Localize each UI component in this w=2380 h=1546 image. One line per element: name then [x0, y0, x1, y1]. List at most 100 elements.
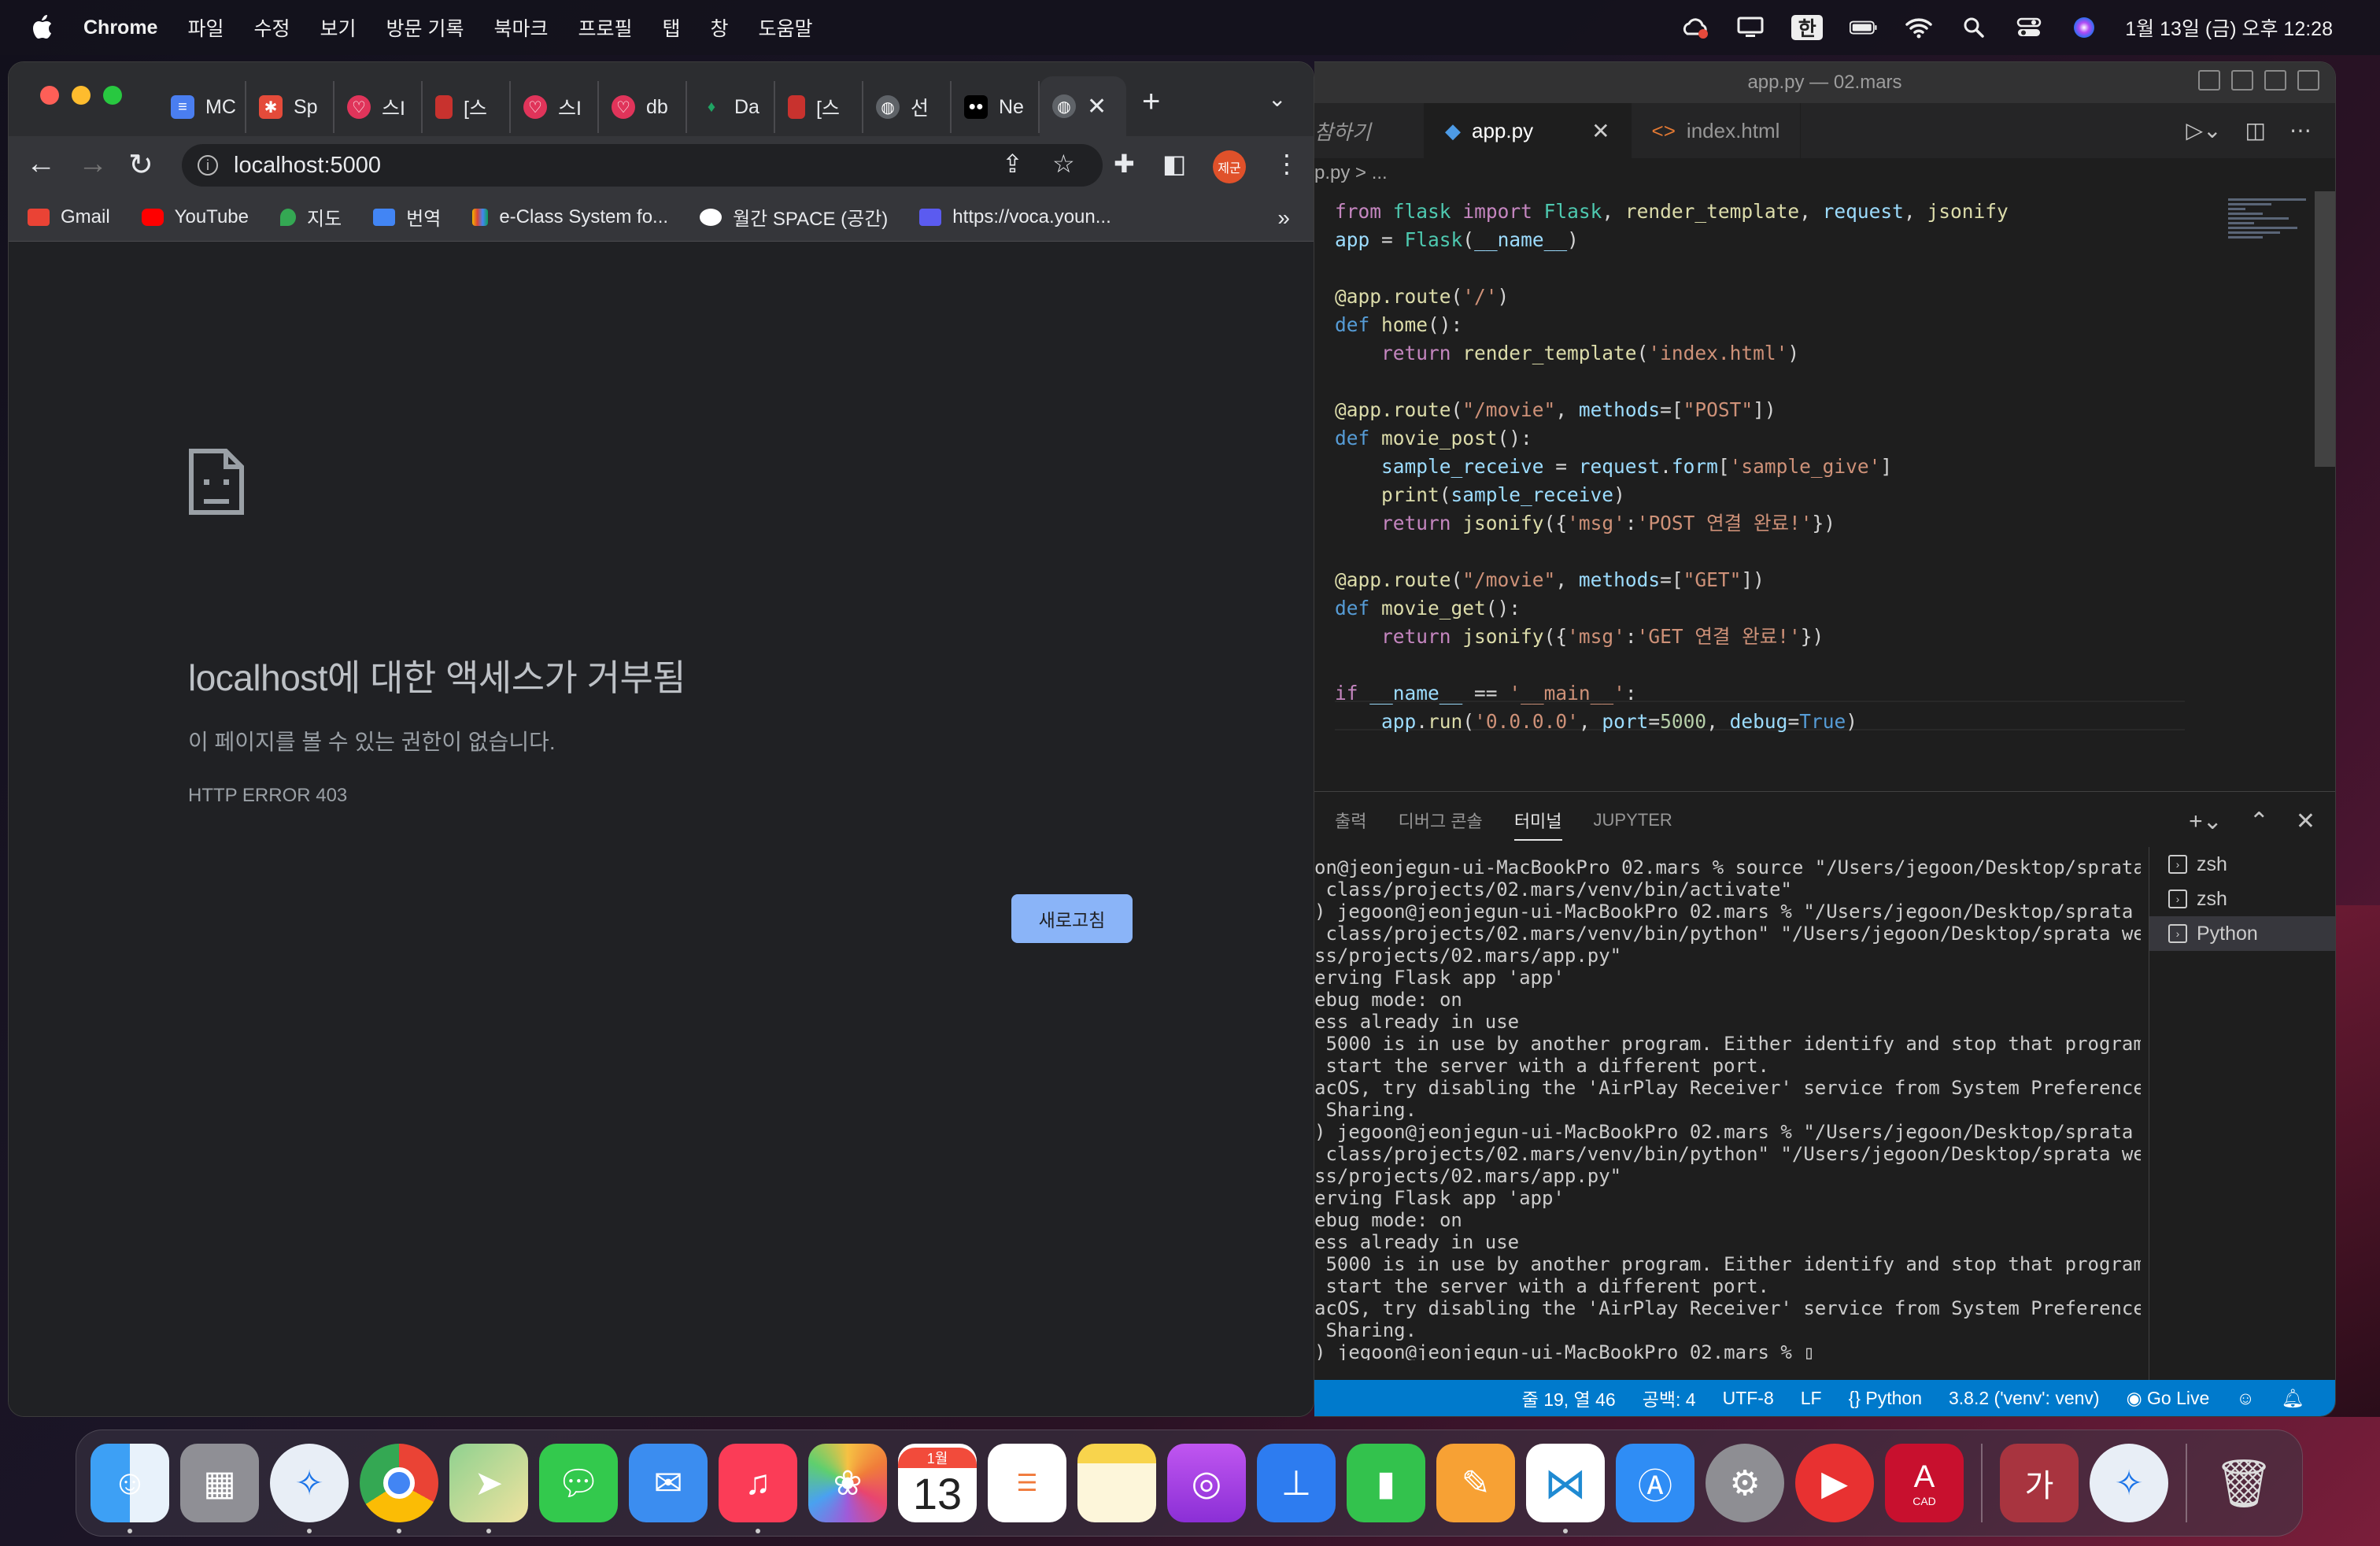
- menu-view[interactable]: 보기: [320, 13, 357, 42]
- finder-icon[interactable]: ☺: [91, 1444, 169, 1533]
- control-center-icon[interactable]: [2015, 17, 2043, 39]
- maximize-panel-icon[interactable]: ⌃: [2249, 808, 2269, 835]
- side-panel-icon[interactable]: ◧: [1162, 149, 1186, 179]
- keynote-icon[interactable]: ⊥: [1257, 1444, 1336, 1522]
- toggle-sidebar-icon[interactable]: [2198, 70, 2220, 91]
- bookmark-voca[interactable]: https://voca.youn...: [919, 206, 1111, 228]
- customize-layout-icon[interactable]: [2297, 70, 2319, 91]
- status-cursor-position[interactable]: 줄 19, 열 46: [1522, 1385, 1616, 1411]
- battery-icon[interactable]: [1850, 17, 1878, 39]
- back-arrow-icon[interactable]: ←: [26, 147, 56, 181]
- notifications-bell-icon[interactable]: 🔔︎: [2282, 1388, 2304, 1409]
- korean-dictionary-icon[interactable]: 가: [2000, 1444, 2079, 1522]
- new-tab-icon[interactable]: +: [1142, 84, 1160, 120]
- bookmark-youtube[interactable]: YouTube: [141, 206, 249, 228]
- safari-icon[interactable]: ✧: [270, 1444, 349, 1533]
- more-actions-icon[interactable]: ⋯: [2289, 117, 2312, 143]
- editor-tab-index-html[interactable]: <> index.html: [1632, 103, 1802, 158]
- share-icon[interactable]: ⇪: [1002, 149, 1023, 179]
- editor-tab-app-py[interactable]: ◆ app.py ✕: [1425, 103, 1632, 158]
- browser-tab[interactable]: ✱ Sp: [246, 81, 334, 133]
- menubar-clock[interactable]: 1월 13일 (금) 오후 12:28: [2125, 13, 2333, 42]
- browser-tab[interactable]: ♡ 스I: [511, 81, 599, 133]
- status-interpreter[interactable]: 3.8.2 ('venv': venv): [1949, 1388, 2100, 1409]
- numbers-icon[interactable]: ▮: [1347, 1444, 1425, 1522]
- podcasts-icon[interactable]: ◎: [1167, 1444, 1246, 1522]
- active-browser-tab[interactable]: ◍ ✕: [1040, 76, 1126, 136]
- music-icon[interactable]: ♫: [719, 1444, 797, 1533]
- browser-tab[interactable]: [스: [775, 81, 863, 133]
- status-language[interactable]: {} Python: [1849, 1388, 1922, 1409]
- mail-icon[interactable]: ✉: [629, 1444, 708, 1522]
- menu-help[interactable]: 도움말: [759, 13, 813, 42]
- forward-arrow-icon[interactable]: →: [78, 147, 108, 181]
- notes-icon[interactable]: [1077, 1444, 1156, 1522]
- terminal-output[interactable]: on@jeonjegun-ui-MacBookPro 02.mars % sou…: [1314, 856, 2141, 1360]
- kebab-menu-icon[interactable]: ⋮: [1274, 149, 1299, 179]
- terminal-item-zsh[interactable]: › zsh: [2149, 847, 2335, 882]
- close-panel-icon[interactable]: ✕: [2296, 808, 2315, 835]
- split-editor-icon[interactable]: ◫: [2245, 117, 2266, 143]
- breadcrumb[interactable]: p.py > ...: [1314, 158, 2335, 188]
- autocad-icon[interactable]: A CAD: [1885, 1444, 1964, 1522]
- profile-avatar[interactable]: 제군: [1213, 150, 1246, 183]
- zoom-window-button[interactable]: [103, 86, 122, 105]
- apple-icon[interactable]: [30, 14, 61, 41]
- status-eol[interactable]: LF: [1801, 1388, 1822, 1409]
- messages-icon[interactable]: 💬︎: [539, 1444, 618, 1522]
- close-tab-icon[interactable]: ✕: [1087, 93, 1107, 120]
- bookmark-maps[interactable]: 지도: [279, 203, 342, 231]
- reload-icon[interactable]: ↻: [128, 147, 153, 183]
- menu-window[interactable]: 창: [711, 13, 729, 42]
- creative-cloud-icon[interactable]: [1681, 17, 1709, 39]
- code-editor[interactable]: from flask import Flask, render_template…: [1335, 198, 2009, 736]
- vscode-app-icon[interactable]: ⋈: [1526, 1444, 1605, 1533]
- spotlight-search-icon[interactable]: [1960, 17, 1988, 39]
- menu-app-name[interactable]: Chrome: [83, 17, 157, 39]
- menu-file[interactable]: 파일: [187, 13, 224, 42]
- bookmark-gmail[interactable]: Gmail: [28, 206, 110, 228]
- browser-tab[interactable]: ♦ Da: [687, 81, 775, 133]
- minimize-window-button[interactable]: [72, 86, 91, 105]
- photos-icon[interactable]: ❀: [808, 1444, 887, 1522]
- launchpad-icon[interactable]: ▦: [180, 1444, 259, 1522]
- status-indentation[interactable]: 공백: 4: [1643, 1385, 1696, 1411]
- status-go-live[interactable]: ◉ Go Live: [2127, 1388, 2210, 1409]
- tab-debug-console[interactable]: 디버그 콘솔: [1398, 808, 1482, 833]
- safari-window-icon[interactable]: ✧: [2090, 1444, 2168, 1522]
- calendar-icon[interactable]: 1월 13: [898, 1444, 977, 1522]
- bookmark-space[interactable]: 월간 SPACE (공간): [700, 203, 888, 231]
- tab-output[interactable]: 출력: [1335, 808, 1366, 833]
- menu-edit[interactable]: 수정: [253, 13, 290, 42]
- browser-tab[interactable]: ◍ 선: [863, 81, 952, 133]
- toggle-panel-icon[interactable]: [2231, 70, 2253, 91]
- system-preferences-icon[interactable]: ⚙: [1706, 1444, 1784, 1522]
- bookmark-star-icon[interactable]: ☆: [1052, 149, 1075, 179]
- trash-icon[interactable]: 🗑︎: [2204, 1444, 2283, 1522]
- input-source-icon[interactable]: 한: [1791, 15, 1824, 40]
- tab-jupyter[interactable]: JUPYTER: [1594, 810, 1672, 830]
- browser-tab[interactable]: ♡ 스I: [334, 81, 423, 133]
- site-info-icon[interactable]: i: [198, 155, 218, 176]
- reminders-icon[interactable]: ☰: [988, 1444, 1066, 1522]
- feedback-icon[interactable]: ☺: [2236, 1388, 2254, 1409]
- chevron-down-icon[interactable]: ⌄: [1268, 86, 1286, 112]
- wifi-icon[interactable]: [1905, 17, 1933, 39]
- maps-icon[interactable]: ➤: [449, 1444, 528, 1533]
- menu-profile[interactable]: 프로필: [578, 13, 632, 42]
- editor-tab-partial[interactable]: 참하기: [1314, 103, 1425, 158]
- chrome-icon[interactable]: [360, 1444, 438, 1533]
- terminal-item-zsh[interactable]: › zsh: [2149, 882, 2335, 916]
- bookmark-eclass[interactable]: e-Class System fo...: [472, 206, 668, 228]
- display-icon[interactable]: [1736, 17, 1765, 39]
- run-python-icon[interactable]: ▷⌄: [2186, 117, 2222, 143]
- media-player-icon[interactable]: ▶: [1795, 1444, 1874, 1522]
- status-encoding[interactable]: UTF-8: [1723, 1388, 1774, 1409]
- siri-icon[interactable]: [2070, 17, 2098, 39]
- toggle-secondary-sidebar-icon[interactable]: [2264, 70, 2286, 91]
- extensions-puzzle-icon[interactable]: ✚: [1114, 149, 1135, 179]
- browser-tab[interactable]: [스: [423, 81, 511, 133]
- browser-tab[interactable]: ♡ db: [599, 81, 687, 133]
- browser-tab[interactable]: ●● Ne: [952, 81, 1040, 133]
- address-bar[interactable]: i localhost:5000: [182, 144, 1103, 187]
